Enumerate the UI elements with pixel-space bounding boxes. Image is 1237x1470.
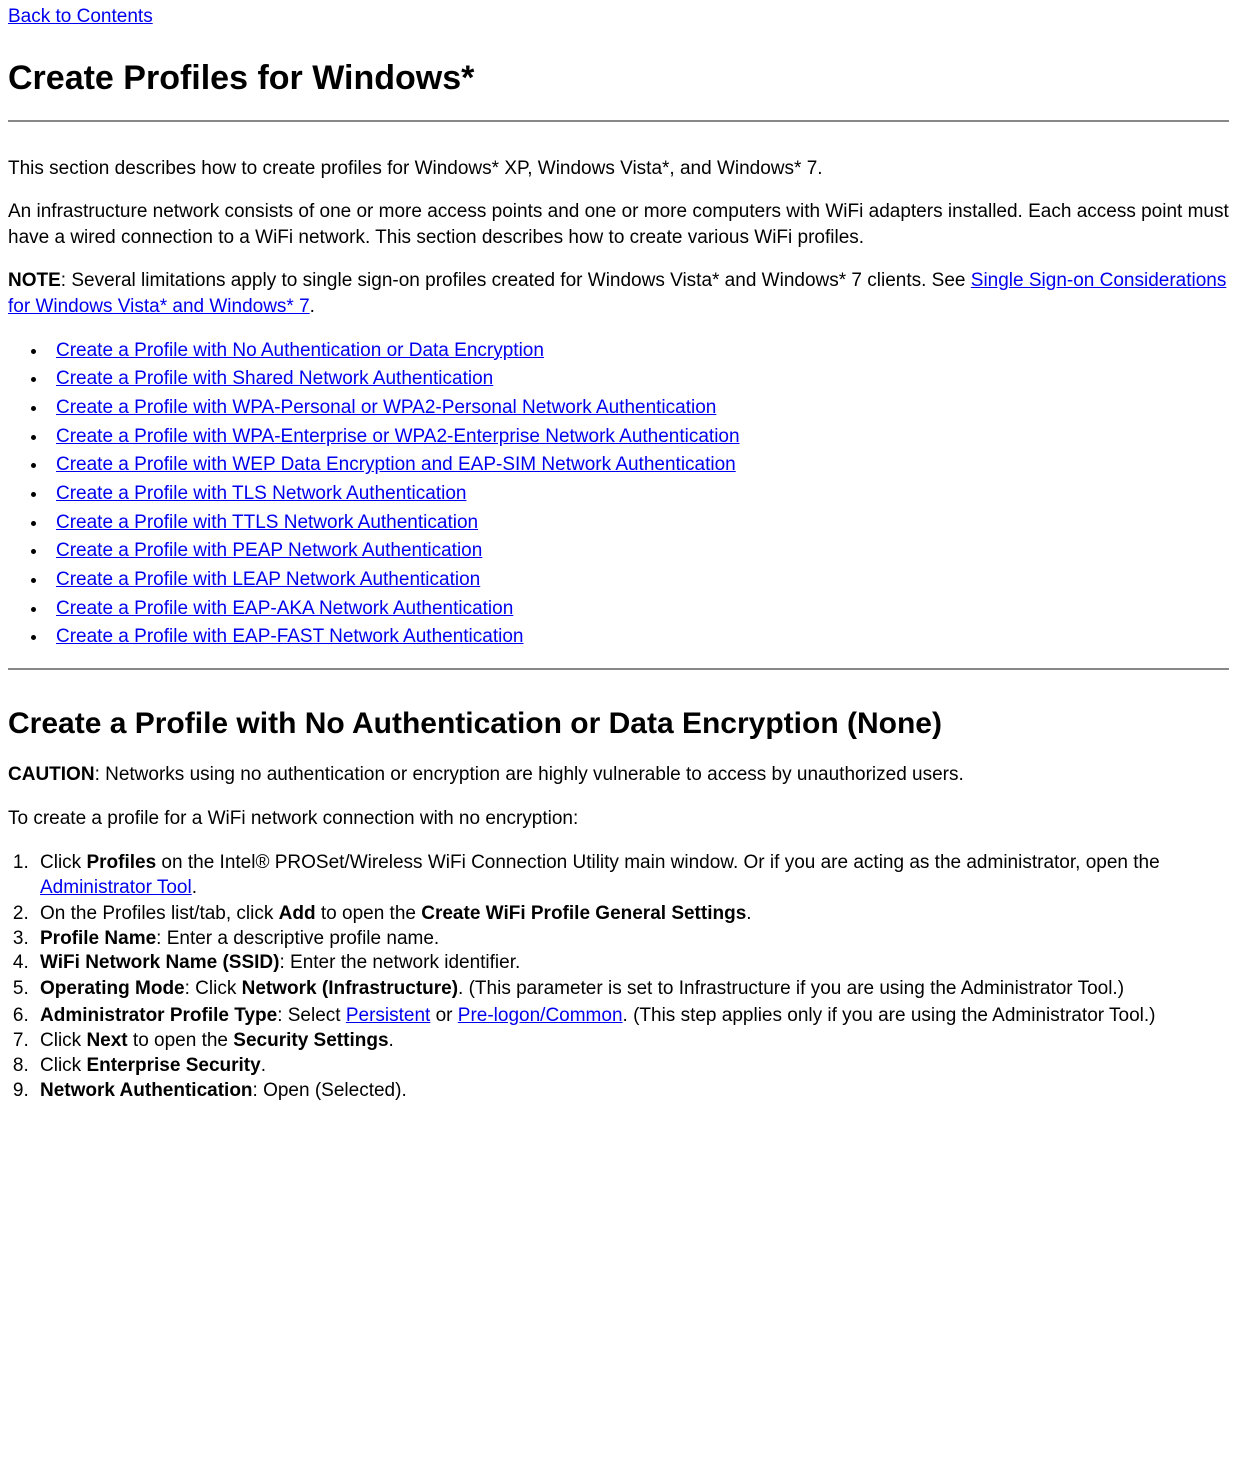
step-item: Administrator Profile Type: Select Persi… — [34, 1003, 1229, 1029]
step-item: Operating Mode: Click Network (Infrastru… — [34, 976, 1229, 1002]
list-item: Create a Profile with WEP Data Encryptio… — [48, 452, 1229, 478]
list-item: Create a Profile with Shared Network Aut… — [48, 366, 1229, 392]
profile-link[interactable]: Create a Profile with EAP-FAST Network A… — [56, 626, 523, 647]
steps-intro: To create a profile for a WiFi network c… — [8, 806, 1229, 832]
step-item: Click Enterprise Security. — [34, 1054, 1229, 1078]
list-item: Create a Profile with WPA-Personal or WP… — [48, 395, 1229, 421]
back-to-contents-link[interactable]: Back to Contents — [8, 4, 153, 30]
list-item: Create a Profile with EAP-FAST Network A… — [48, 624, 1229, 650]
note-label: NOTE — [8, 270, 61, 291]
intro-paragraph-1: This section describes how to create pro… — [8, 156, 1229, 182]
profile-link[interactable]: Create a Profile with TTLS Network Authe… — [56, 512, 478, 533]
divider — [8, 668, 1229, 670]
prelogon-common-link[interactable]: Pre-logon/Common — [458, 1005, 623, 1026]
section-title: Create a Profile with No Authentication … — [8, 704, 1229, 745]
caution-paragraph: CAUTION: Networks using no authenticatio… — [8, 762, 1229, 788]
profile-link[interactable]: Create a Profile with EAP-AKA Network Au… — [56, 598, 513, 619]
list-item: Create a Profile with TLS Network Authen… — [48, 481, 1229, 507]
list-item: Create a Profile with LEAP Network Authe… — [48, 567, 1229, 593]
caution-text: : Networks using no authentication or en… — [95, 764, 964, 785]
step-item: Click Next to open the Security Settings… — [34, 1029, 1229, 1053]
step-item: Profile Name: Enter a descriptive profil… — [34, 927, 1229, 951]
profile-link[interactable]: Create a Profile with Shared Network Aut… — [56, 368, 493, 389]
note-text-1: : Several limitations apply to single si… — [61, 270, 971, 291]
profile-link[interactable]: Create a Profile with TLS Network Authen… — [56, 483, 466, 504]
profile-link[interactable]: Create a Profile with WPA-Enterprise or … — [56, 426, 740, 447]
list-item: Create a Profile with EAP-AKA Network Au… — [48, 596, 1229, 622]
caution-label: CAUTION — [8, 764, 95, 785]
note-paragraph: NOTE: Several limitations apply to singl… — [8, 268, 1229, 319]
page-title: Create Profiles for Windows* — [8, 56, 1229, 102]
note-text-2: . — [310, 296, 315, 317]
list-item: Create a Profile with No Authentication … — [48, 338, 1229, 364]
profile-link[interactable]: Create a Profile with WPA-Personal or WP… — [56, 397, 716, 418]
step-item: WiFi Network Name (SSID): Enter the netw… — [34, 951, 1229, 975]
step-item: On the Profiles list/tab, click Add to o… — [34, 902, 1229, 926]
profile-link[interactable]: Create a Profile with PEAP Network Authe… — [56, 540, 482, 561]
step-item: Network Authentication: Open (Selected). — [34, 1079, 1229, 1103]
steps-list: Click Profiles on the Intel® PROSet/Wire… — [34, 850, 1229, 1103]
list-item: Create a Profile with PEAP Network Authe… — [48, 538, 1229, 564]
administrator-tool-link[interactable]: Administrator Tool — [40, 877, 192, 898]
step-item: Click Profiles on the Intel® PROSet/Wire… — [34, 850, 1229, 901]
profile-link[interactable]: Create a Profile with No Authentication … — [56, 340, 544, 361]
profile-link[interactable]: Create a Profile with WEP Data Encryptio… — [56, 454, 736, 475]
profile-link[interactable]: Create a Profile with LEAP Network Authe… — [56, 569, 480, 590]
persistent-link[interactable]: Persistent — [346, 1005, 430, 1026]
divider — [8, 120, 1229, 122]
profile-links-list: Create a Profile with No Authentication … — [48, 338, 1229, 650]
intro-paragraph-2: An infrastructure network consists of on… — [8, 199, 1229, 250]
list-item: Create a Profile with TTLS Network Authe… — [48, 510, 1229, 536]
list-item: Create a Profile with WPA-Enterprise or … — [48, 424, 1229, 450]
